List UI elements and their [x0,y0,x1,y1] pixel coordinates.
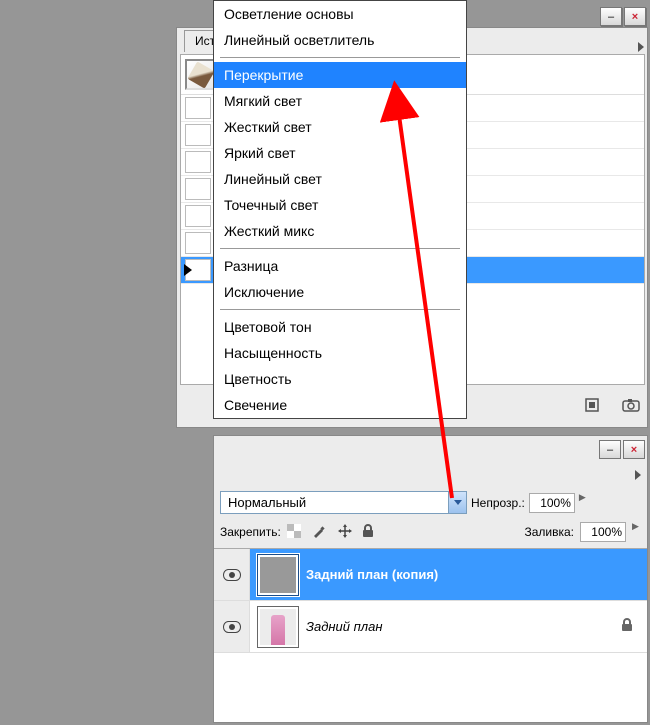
thumb-content [271,615,285,645]
menu-item-label: Насыщенность [224,345,322,361]
opacity-arrow[interactable]: ▶ [579,493,588,513]
menu-item[interactable]: Мягкий свет [214,88,466,114]
chevron-down-icon [454,500,462,505]
layers-window-controls: – × [599,440,645,459]
layers-list: Задний план (копия) Задний план [214,548,647,722]
lock-label: Закрепить: [220,525,281,539]
menu-item-label: Яркий свет [224,145,296,161]
history-checkbox[interactable] [185,259,211,281]
menu-item[interactable]: Жесткий свет [214,114,466,140]
layer-lock-icon [621,618,633,635]
menu-item-label: Свечение [224,397,287,413]
menu-item-label: Линейный свет [224,171,322,187]
close-button[interactable]: × [623,440,645,459]
menu-item-label: Перекрытие [224,67,303,83]
snapshot-icon[interactable] [621,397,641,413]
menu-item[interactable]: Цветность [214,366,466,392]
history-bottom-toolbar [583,397,650,413]
menu-item-label: Исключение [224,284,304,300]
close-glyph: × [631,444,637,456]
dropdown-toggle[interactable] [448,492,466,513]
layer-visibility-toggle[interactable] [214,549,250,600]
menu-item[interactable]: Линейный осветлитель [214,27,466,53]
opacity-input[interactable]: 100% [529,493,575,513]
menu-item-label: Цветовой тон [224,319,312,335]
menu-item-label: Осветление основы [224,6,354,22]
menu-item-label: Жесткий микс [224,223,314,239]
menu-item[interactable]: Осветление основы [214,1,466,27]
layer-row[interactable]: Задний план [214,601,647,653]
lock-icon-group [287,523,378,542]
menu-item-label: Точечный свет [224,197,318,213]
layer-thumbnail[interactable] [258,555,298,595]
history-window-controls-vis: – × [600,7,648,26]
menu-item[interactable]: Насыщенность [214,340,466,366]
menu-item[interactable]: Перекрытие [214,62,466,88]
history-checkbox[interactable] [185,178,211,200]
minimize-button[interactable]: – [600,7,622,26]
menu-item[interactable]: Точечный свет [214,192,466,218]
lock-transparency-icon[interactable] [287,524,303,541]
history-checkbox[interactable] [185,97,211,119]
lock-paint-icon[interactable] [312,524,328,541]
menu-separator [220,309,460,310]
history-cursor-icon [184,264,192,276]
menu-item[interactable]: Цветовой тон [214,314,466,340]
menu-item[interactable]: Жесткий микс [214,218,466,244]
history-checkbox[interactable] [185,151,211,173]
menu-item[interactable]: Разница [214,253,466,279]
lock-all-icon[interactable] [362,524,378,541]
minimize-glyph: – [607,444,613,456]
blend-mode-value: Нормальный [221,495,448,510]
menu-separator [220,248,460,249]
eye-icon [223,621,241,633]
layers-options-row2: Закрепить: Заливка: 100% ▶ [220,522,641,542]
menu-item[interactable]: Исключение [214,279,466,305]
layer-visibility-toggle[interactable] [214,601,250,652]
layer-thumbnail[interactable] [258,607,298,647]
panel-menu-arrow[interactable] [636,42,646,52]
opacity-label: Непрозр.: [471,496,525,510]
layer-row[interactable]: Задний план (копия) [214,549,647,601]
close-button[interactable]: × [624,7,646,26]
menu-item-label: Разница [224,258,278,274]
fill-arrow[interactable]: ▶ [632,522,641,542]
layers-panel: – × Нормальный Непрозр.: 100% ▶ Закрепит… [213,435,648,723]
fill-label: Заливка: [524,525,574,539]
minimize-glyph: – [608,11,614,23]
menu-item-label: Жесткий свет [224,119,312,135]
new-document-icon[interactable] [583,397,603,413]
menu-separator [220,57,460,58]
blend-mode-menu: Осветление основы Линейный осветлитель П… [213,0,467,419]
menu-item-label: Мягкий свет [224,93,302,109]
layers-options-row1: Нормальный Непрозр.: 100% ▶ [220,491,641,514]
history-checkbox[interactable] [185,232,211,254]
menu-item[interactable]: Линейный свет [214,166,466,192]
layer-name: Задний план [306,619,383,634]
panel-menu-arrow[interactable] [633,470,643,480]
minimize-button[interactable]: – [599,440,621,459]
history-checkbox[interactable] [185,124,211,146]
layer-name: Задний план (копия) [306,567,438,582]
menu-item-label: Линейный осветлитель [224,32,374,48]
menu-item-label: Цветность [224,371,292,387]
menu-item[interactable]: Яркий свет [214,140,466,166]
eye-icon [223,569,241,581]
menu-item[interactable]: Свечение [214,392,466,418]
fill-input[interactable]: 100% [580,522,626,542]
blend-mode-dropdown[interactable]: Нормальный [220,491,467,514]
history-checkbox[interactable] [185,205,211,227]
lock-move-icon[interactable] [337,523,353,542]
brush-tool-icon[interactable] [185,59,216,90]
close-glyph: × [632,11,638,23]
